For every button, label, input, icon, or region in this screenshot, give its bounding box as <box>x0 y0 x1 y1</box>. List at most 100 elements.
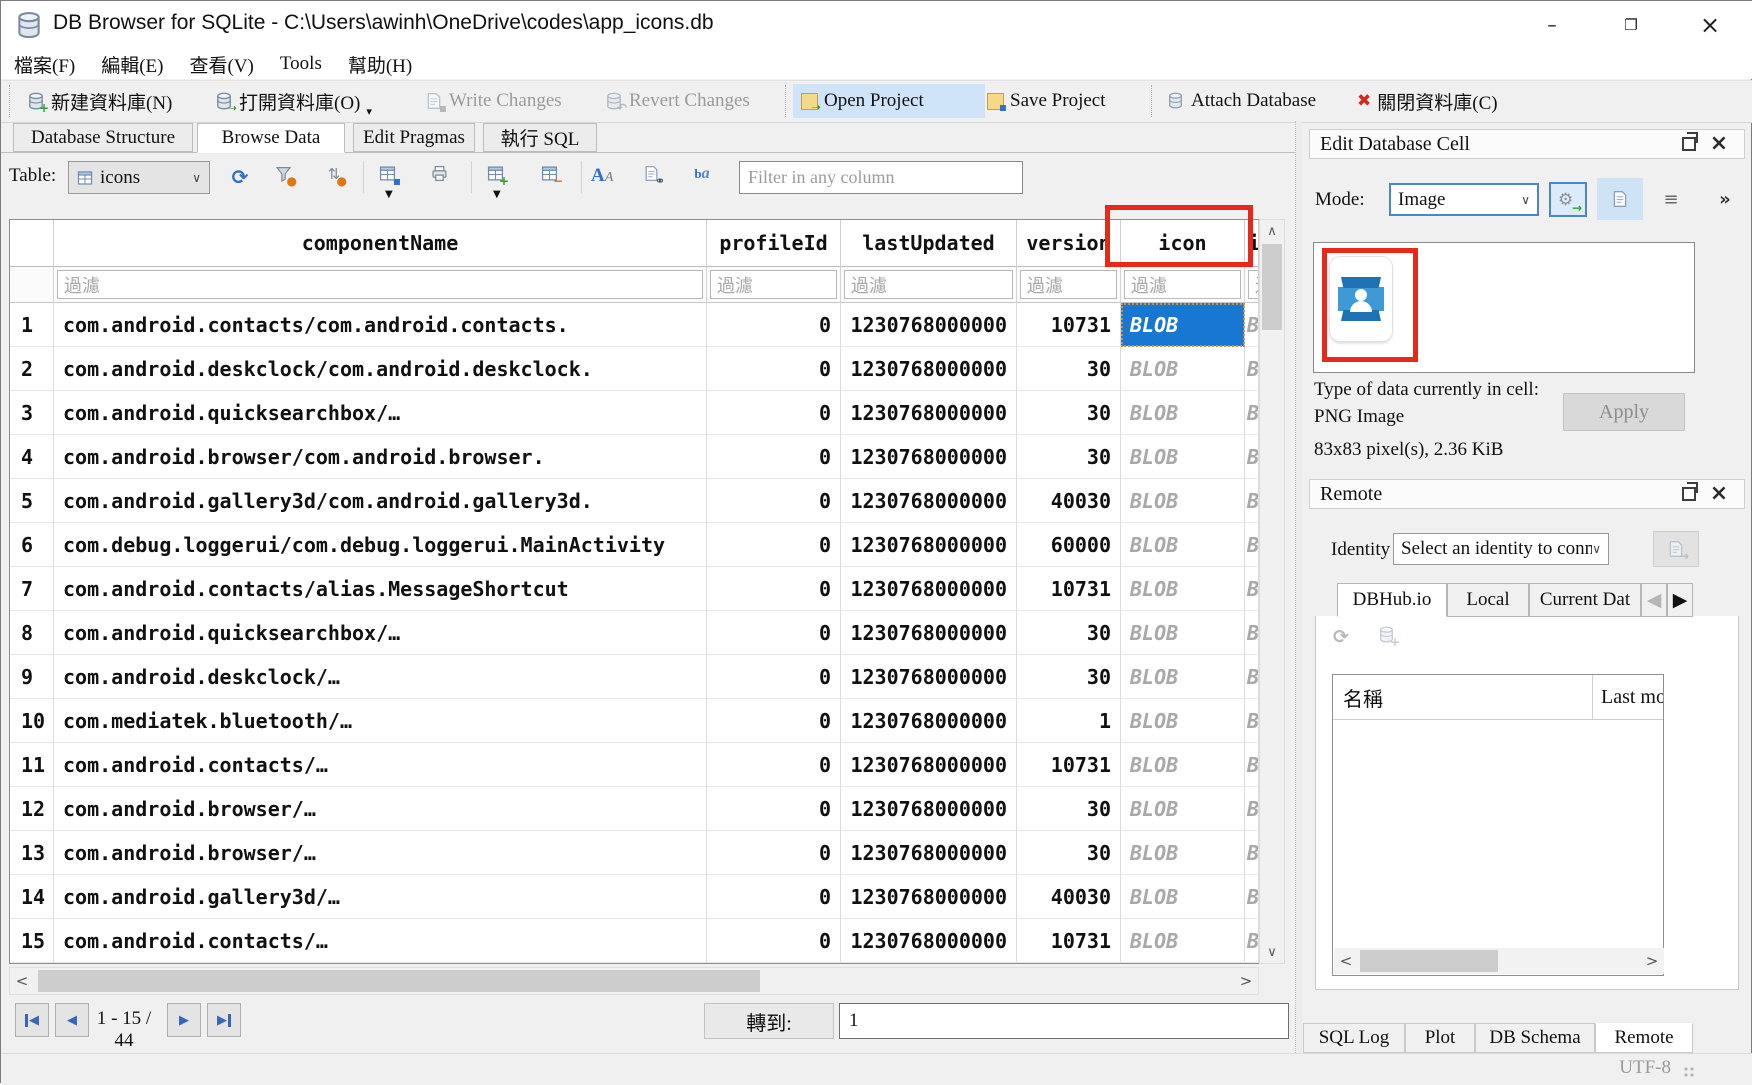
cell-version[interactable]: 10731 <box>1017 303 1121 347</box>
filter-componentName[interactable]: 過濾 <box>54 267 707 303</box>
cell-icon-blob[interactable]: BLOB <box>1121 479 1245 523</box>
open-project-button[interactable]: ➝ Open Project <box>793 84 985 118</box>
cell-profileId[interactable]: 0 <box>707 391 841 435</box>
font-button[interactable]: AA <box>591 165 613 187</box>
filter-version[interactable]: 過濾 <box>1017 267 1121 303</box>
cell-version[interactable]: 30 <box>1017 391 1121 435</box>
cell-version[interactable]: 10731 <box>1017 919 1121 963</box>
row-number[interactable]: 1 <box>10 303 54 347</box>
cell-profileId[interactable]: 0 <box>707 523 841 567</box>
menu-view[interactable]: 查看(V) <box>177 49 267 79</box>
minimize-button[interactable]: – <box>1519 1 1585 49</box>
cell-componentName[interactable]: com.android.deskclock/… <box>54 655 707 699</box>
cell-icon-clipped[interactable]: BLOB <box>1245 347 1259 391</box>
remote-clone-database-button[interactable]: + <box>1376 626 1398 648</box>
apply-button[interactable]: Apply <box>1563 393 1685 431</box>
column-header-lastUpdated[interactable]: lastUpdated <box>841 220 1017 267</box>
row-number[interactable]: 13 <box>10 831 54 875</box>
filter-icon[interactable]: 過濾 <box>1121 267 1245 303</box>
close-database-button[interactable]: ✖ 關閉資料庫(C) <box>1349 84 1506 118</box>
tab-execute-sql[interactable]: 執行 SQL <box>483 123 597 152</box>
close-panel-button[interactable]: × <box>1704 131 1734 157</box>
last-page-button[interactable]: ▶ <box>207 1003 241 1037</box>
cell-profileId[interactable]: 0 <box>707 699 841 743</box>
cell-profileId[interactable]: 0 <box>707 919 841 963</box>
mode-select[interactable]: Image ∨ <box>1389 183 1539 216</box>
cell-icon-blob[interactable]: BLOB <box>1121 347 1245 391</box>
cell-componentName[interactable]: com.mediatek.bluetooth/… <box>54 699 707 743</box>
cell-lastUpdated[interactable]: 1230768000000 <box>841 611 1017 655</box>
cell-icon-blob[interactable]: BLOB <box>1121 743 1245 787</box>
revert-changes-button[interactable]: ↶ Revert Changes <box>597 84 758 118</box>
goto-record-input[interactable]: 1 <box>839 1003 1289 1039</box>
maximize-button[interactable]: ❐ <box>1598 1 1664 49</box>
menu-file[interactable]: 檔案(F) <box>1 49 88 79</box>
cell-profileId[interactable]: 0 <box>707 743 841 787</box>
identity-select[interactable]: Select an identity to conne ∨ <box>1393 533 1609 565</box>
cell-profileId[interactable]: 0 <box>707 875 841 919</box>
grid-vertical-scrollbar[interactable]: ∧ ∨ <box>1259 219 1285 964</box>
dock-tab-plot[interactable]: Plot <box>1405 1023 1475 1053</box>
cell-version[interactable]: 10731 <box>1017 743 1121 787</box>
cell-lastUpdated[interactable]: 1230768000000 <box>841 435 1017 479</box>
cell-componentName[interactable]: com.android.contacts/alias.MessageShortc… <box>54 567 707 611</box>
vertical-scrollbar-thumb[interactable] <box>1262 244 1282 330</box>
filter-lastUpdated[interactable]: 過濾 <box>841 267 1017 303</box>
row-number[interactable]: 15 <box>10 919 54 963</box>
scroll-left-icon[interactable]: < <box>1334 948 1358 974</box>
cell-profileId[interactable]: 0 <box>707 435 841 479</box>
row-number[interactable]: 11 <box>10 743 54 787</box>
cell-componentName[interactable]: com.debug.loggerui/com.debug.loggerui.Ma… <box>54 523 707 567</box>
resize-grip[interactable] <box>1683 1066 1695 1078</box>
cell-lastUpdated[interactable]: 1230768000000 <box>841 523 1017 567</box>
cell-profileId[interactable]: 0 <box>707 831 841 875</box>
menu-help[interactable]: 幫助(H) <box>335 49 425 79</box>
save-results-dropdown-icon[interactable]: ▼ <box>385 189 393 200</box>
row-number[interactable]: 7 <box>10 567 54 611</box>
cell-componentName[interactable]: com.android.contacts/com.android.contact… <box>54 303 707 347</box>
cell-profileId[interactable]: 0 <box>707 479 841 523</box>
tab-edit-pragmas[interactable]: Edit Pragmas <box>353 123 475 152</box>
panel-overflow-button[interactable]: » <box>1707 182 1743 217</box>
cell-icon-blob[interactable]: BLOB <box>1121 391 1245 435</box>
remote-tab-dbhub[interactable]: DBHub.io <box>1337 583 1447 617</box>
filter-any-column-input[interactable]: Filter in any column <box>739 161 1023 194</box>
word-wrap-button[interactable]: ≡ <box>1653 182 1689 217</box>
cell-icon-clipped[interactable]: BLOB <box>1245 567 1259 611</box>
cell-icon-clipped[interactable]: BLOB <box>1245 743 1259 787</box>
first-page-button[interactable]: ◀ <box>15 1003 49 1037</box>
import-certificate-button[interactable]: → <box>1653 531 1699 567</box>
cell-icon-clipped[interactable]: BLOB <box>1245 391 1259 435</box>
table-selector-combobox[interactable]: icons ∨ <box>68 161 210 194</box>
goto-button[interactable]: 轉到: <box>704 1003 834 1039</box>
horizontal-scrollbar-thumb[interactable] <box>38 970 760 992</box>
write-changes-button[interactable]: ▪ Write Changes <box>417 84 570 118</box>
save-project-button[interactable]: ▪ Save Project <box>979 84 1114 118</box>
cell-lastUpdated[interactable]: 1230768000000 <box>841 391 1017 435</box>
cell-lastUpdated[interactable]: 1230768000000 <box>841 479 1017 523</box>
cell-icon-blob[interactable]: BLOB <box>1121 611 1245 655</box>
scroll-right-icon[interactable]: > <box>1640 948 1664 974</box>
cell-icon-clipped[interactable]: BLOB <box>1245 479 1259 523</box>
attach-database-button[interactable]: Attach Database <box>1159 84 1324 118</box>
cell-lastUpdated[interactable]: 1230768000000 <box>841 831 1017 875</box>
row-number[interactable]: 8 <box>10 611 54 655</box>
cell-componentName[interactable]: com.android.browser/com.android.browser. <box>54 435 707 479</box>
close-panel-button[interactable]: × <box>1704 481 1734 507</box>
cell-icon-clipped[interactable]: BLOB <box>1245 831 1259 875</box>
next-page-button[interactable]: ▶ <box>167 1003 201 1037</box>
cell-profileId[interactable]: 0 <box>707 655 841 699</box>
clear-sort-button[interactable]: ⇅● <box>323 165 345 187</box>
cell-lastUpdated[interactable]: 1230768000000 <box>841 655 1017 699</box>
delete-record-button[interactable]: − <box>539 165 561 187</box>
cell-icon-clipped[interactable]: BLOB <box>1245 303 1259 347</box>
filter-profileId[interactable]: 過濾 <box>707 267 841 303</box>
grid-horizontal-scrollbar[interactable]: < > <box>9 967 1259 995</box>
document-search-button[interactable]: ⚭ <box>641 165 663 187</box>
cell-icon-clipped[interactable]: BLOB <box>1245 699 1259 743</box>
scroll-down-icon[interactable]: ∨ <box>1260 941 1284 963</box>
row-number[interactable]: 10 <box>10 699 54 743</box>
cell-lastUpdated[interactable]: 1230768000000 <box>841 567 1017 611</box>
row-number[interactable]: 2 <box>10 347 54 391</box>
menu-tools[interactable]: Tools <box>267 49 335 79</box>
